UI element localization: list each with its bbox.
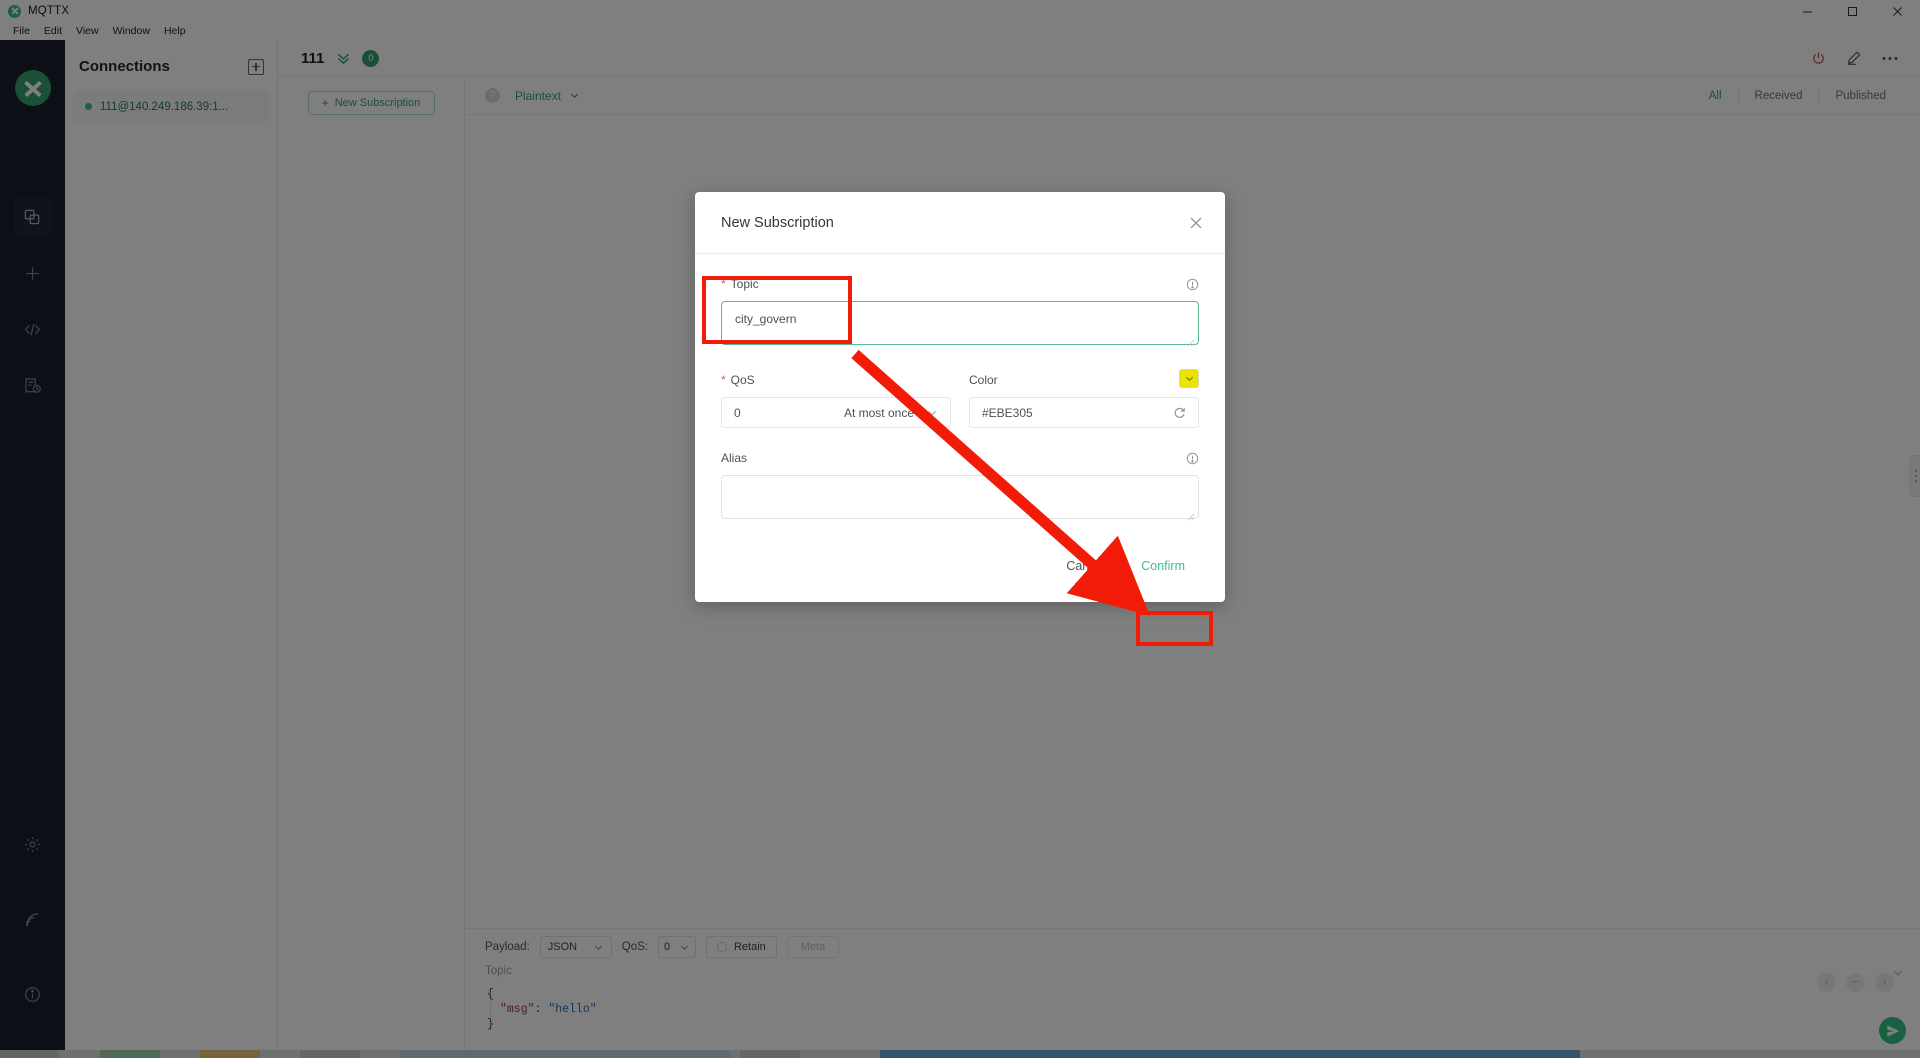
info-circle-icon[interactable] — [1186, 278, 1199, 291]
modal-overlay[interactable]: New Subscription * Topic city_govern * Q… — [0, 0, 1920, 1058]
qos-field-label: * QoS — [721, 372, 951, 388]
alias-field: Alias — [721, 450, 1199, 524]
chevron-down-icon — [1185, 376, 1193, 382]
confirm-button[interactable]: Confirm — [1127, 553, 1199, 579]
topic-label-text: Topic — [730, 277, 759, 291]
color-input[interactable]: #EBE305 — [969, 397, 1199, 428]
color-swatch-button[interactable] — [1179, 369, 1199, 388]
color-field-label: Color — [969, 372, 1199, 388]
qos-description: At most once — [843, 405, 914, 420]
qos-select[interactable]: 0 At most once — [721, 397, 951, 428]
topic-field-label: * Topic — [721, 276, 1199, 292]
dialog-title: New Subscription — [721, 214, 834, 231]
dialog-header: New Subscription — [695, 192, 1225, 254]
color-field: Color #EBE305 — [969, 369, 1199, 428]
qos-field: * QoS 0 At most once — [721, 372, 951, 428]
color-label-text: Color — [969, 373, 998, 387]
chevron-down-icon — [928, 410, 936, 416]
refresh-icon[interactable] — [1173, 406, 1186, 419]
cancel-button[interactable]: Cancel — [1052, 553, 1119, 579]
topic-input[interactable] — [721, 301, 1199, 345]
alias-field-label: Alias — [721, 450, 1199, 466]
required-asterisk: * — [721, 277, 726, 291]
dialog-footer: Cancel Confirm — [695, 530, 1225, 602]
info-circle-icon[interactable] — [1186, 452, 1199, 465]
new-subscription-dialog: New Subscription * Topic city_govern * Q… — [695, 192, 1225, 602]
confirm-button-highlight — [1136, 611, 1213, 646]
qos-color-row: * QoS 0 At most once Color #EBE305 — [721, 369, 1199, 428]
color-value: #EBE305 — [982, 405, 1033, 420]
alias-input[interactable] — [721, 475, 1199, 519]
close-icon[interactable] — [1189, 216, 1203, 230]
required-asterisk: * — [721, 373, 726, 387]
qos-value: 0 — [734, 405, 741, 420]
mqttx-app-window: MQTTX File Edit View Window Help — [0, 0, 1920, 1058]
dialog-body: * Topic city_govern * QoS 0 At most once… — [695, 254, 1225, 530]
qos-label-text: QoS — [730, 373, 755, 387]
alias-label-text: Alias — [721, 451, 748, 465]
